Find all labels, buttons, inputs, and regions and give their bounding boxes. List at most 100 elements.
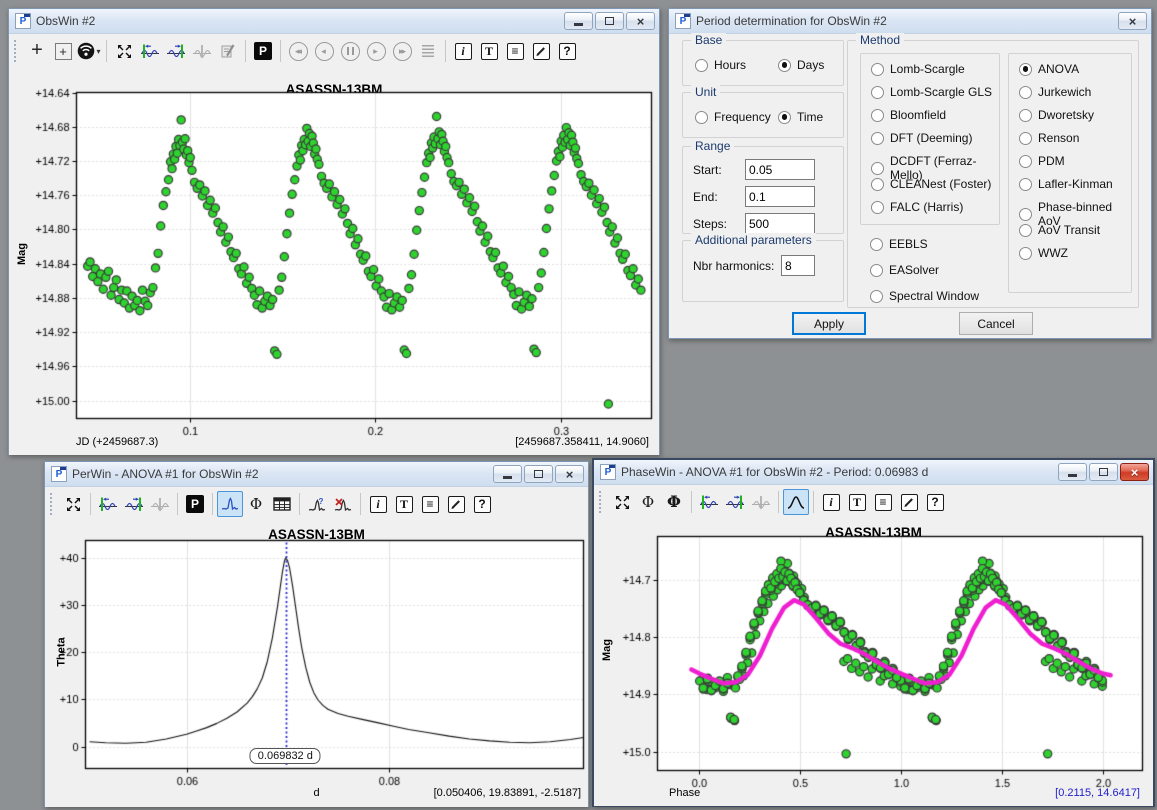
base-hours-radio[interactable]: Hours — [695, 58, 746, 72]
dialog-titlebar[interactable]: P Period determination for ObsWin #2 × — [669, 9, 1151, 34]
range-group: Range Start:End:Steps: — [682, 146, 844, 234]
toolbar-grip[interactable] — [14, 40, 19, 62]
phasewin-titlebar[interactable]: P PhaseWin - ANOVA #1 for ObsWin #2 - Pe… — [594, 460, 1153, 485]
help-button[interactable]: ? — [554, 38, 580, 64]
add-text-label-button[interactable]: T — [476, 38, 502, 64]
fit-view-button[interactable] — [60, 491, 86, 517]
add-text-label-button[interactable]: T — [844, 489, 870, 515]
method-radio[interactable]: Renson — [1019, 131, 1079, 145]
properties-button[interactable]: ≡ — [870, 489, 896, 515]
method-radio[interactable]: AoV Transit — [1019, 223, 1100, 237]
cancel-button[interactable]: Cancel — [959, 312, 1033, 335]
set-left-boundary-button[interactable] — [696, 489, 722, 515]
method-radio[interactable]: Lomb-Scargle GLS — [871, 85, 992, 99]
perwin-titlebar[interactable]: P PerWin - ANOVA #1 for ObsWin #2 × — [45, 462, 588, 487]
play-icon: ▸ — [367, 42, 386, 61]
period-determination-button[interactable]: P — [182, 491, 208, 517]
phase-binning-button[interactable]: Φ — [661, 489, 687, 515]
method-radio[interactable]: FALC (Harris) — [871, 200, 963, 214]
set-left-boundary-button[interactable] — [95, 491, 121, 517]
method-radio[interactable]: CLEANest (Foster) — [871, 177, 991, 191]
radio-icon — [871, 178, 884, 191]
live-data-button[interactable]: ▾ — [76, 38, 102, 64]
fit-view-button[interactable] — [111, 38, 137, 64]
periodogram-view-button[interactable] — [217, 491, 243, 517]
info-button[interactable]: i — [450, 38, 476, 64]
minimize-button[interactable] — [1058, 463, 1087, 481]
significance-analysis-button[interactable]: ? — [304, 491, 330, 517]
obswin-titlebar[interactable]: P ObsWin #2 × — [9, 9, 659, 34]
edit-annotations-button[interactable] — [896, 489, 922, 515]
phase-settings-button[interactable]: Φ — [635, 489, 661, 515]
perwin-chart-area: ASASSN-13BM Theta 0.069832 d d [0.050406… — [45, 521, 588, 807]
perwin-plot-canvas[interactable] — [45, 521, 588, 807]
set-right-boundary-button[interactable] — [163, 38, 189, 64]
edit-annotations-button[interactable] — [528, 38, 554, 64]
close-button[interactable]: × — [555, 465, 584, 483]
range-field-row: End: — [693, 186, 815, 207]
minimize-button[interactable] — [493, 465, 522, 483]
period-table-button[interactable] — [269, 491, 295, 517]
properties-button[interactable]: ≡ — [417, 491, 443, 517]
maximize-button[interactable] — [524, 465, 553, 483]
toolbar-separator — [778, 491, 779, 513]
reset-boundaries-icon — [150, 496, 170, 512]
dropdown-arrow-icon: ▾ — [96, 47, 100, 56]
info-button[interactable]: i — [365, 491, 391, 517]
method-radio[interactable]: Dworetsky — [1019, 108, 1094, 122]
apply-button[interactable]: Apply — [792, 312, 866, 335]
close-button[interactable]: × — [1120, 463, 1149, 481]
method-radio[interactable]: EEBLS — [870, 237, 928, 251]
broadcast-icon — [77, 42, 95, 60]
set-left-boundary-button[interactable] — [137, 38, 163, 64]
add-text-label-button[interactable]: T — [391, 491, 417, 517]
method-radio[interactable]: PDM — [1019, 154, 1065, 168]
maximize-button[interactable] — [1089, 463, 1118, 481]
mean-light-curve-button[interactable] — [783, 489, 809, 515]
help-button[interactable]: ? — [469, 491, 495, 517]
close-button[interactable]: × — [1118, 12, 1147, 30]
info-icon: i — [823, 494, 840, 511]
set-right-boundary-button[interactable] — [121, 491, 147, 517]
start-input[interactable] — [745, 159, 815, 180]
minimize-button[interactable] — [564, 12, 593, 30]
method-radio[interactable]: WWZ — [1019, 246, 1068, 260]
method-radio[interactable]: Lafler-Kinman — [1019, 177, 1113, 191]
method-radio[interactable]: Bloomfield — [871, 108, 946, 122]
set-right-boundary-icon — [124, 496, 144, 512]
nbr-harmonics-input[interactable] — [781, 255, 815, 276]
toolbar-separator — [445, 40, 446, 62]
phasewin-plot-canvas[interactable] — [594, 519, 1153, 806]
radio-icon — [1019, 224, 1032, 237]
period-determination-button[interactable]: P — [250, 38, 276, 64]
method-radio[interactable]: ANOVA — [1019, 62, 1079, 76]
crosshair-mode-button[interactable]: + — [24, 38, 50, 64]
properties-button[interactable]: ≡ — [502, 38, 528, 64]
radio-icon — [870, 264, 883, 277]
steps-input[interactable] — [745, 213, 815, 234]
close-button[interactable]: × — [626, 12, 655, 30]
set-left-boundary-icon — [140, 43, 160, 59]
method-radio[interactable]: EASolver — [870, 263, 939, 277]
fit-view-button[interactable] — [609, 489, 635, 515]
phase-window-button[interactable]: Φ — [243, 491, 269, 517]
toolbar-grip[interactable] — [599, 491, 604, 513]
delete-periodogram-button[interactable] — [330, 491, 356, 517]
method-radio[interactable]: Jurkewich — [1019, 85, 1091, 99]
obswin-plot-canvas[interactable] — [9, 68, 659, 455]
unit-time-radio[interactable]: Time — [778, 110, 823, 124]
unit-frequency-radio[interactable]: Frequency — [695, 110, 771, 124]
method-radio[interactable]: Spectral Window — [870, 289, 979, 303]
toolbar-grip[interactable] — [50, 493, 55, 515]
help-button[interactable]: ? — [922, 489, 948, 515]
info-button[interactable]: i — [818, 489, 844, 515]
base-days-radio[interactable]: Days — [778, 58, 824, 72]
set-right-boundary-button[interactable] — [722, 489, 748, 515]
method-radio[interactable]: DFT (Deeming) — [871, 131, 972, 145]
edit-annotations-button[interactable] — [443, 491, 469, 517]
maximize-button[interactable] — [595, 12, 624, 30]
method-radio[interactable]: Lomb-Scargle — [871, 62, 965, 76]
radio-label: Bloomfield — [890, 108, 946, 122]
zoom-box-mode-button[interactable]: + — [50, 38, 76, 64]
end-input[interactable] — [745, 186, 815, 207]
